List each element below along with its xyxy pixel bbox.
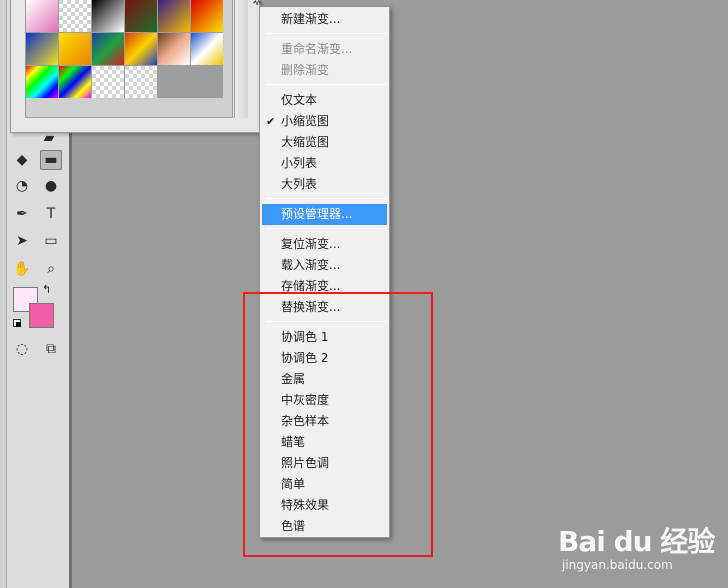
menu-item: 重命名渐变... bbox=[262, 39, 387, 60]
menu-item-label: 大列表 bbox=[281, 177, 318, 191]
menu-item-label: 载入渐变... bbox=[281, 258, 341, 272]
menu-item-label: 删除渐变 bbox=[281, 63, 330, 77]
gradient-swatch-area bbox=[25, 0, 248, 118]
menu-item-label: 仅文本 bbox=[281, 93, 318, 107]
menu-item-label: 复位渐变... bbox=[281, 237, 341, 251]
path-selection-icon[interactable]: ➤ bbox=[11, 231, 33, 251]
hand-icon[interactable]: ✋ bbox=[11, 259, 33, 279]
menu-item[interactable]: 预设管理器... bbox=[262, 204, 387, 225]
gradient-swatch[interactable] bbox=[26, 0, 58, 32]
menu-item[interactable]: 载入渐变... bbox=[262, 255, 387, 276]
gradient-swatch[interactable] bbox=[125, 33, 157, 65]
gradient-picker-panel: ✲ bbox=[10, 0, 262, 133]
menu-item[interactable]: ✔ 小缩览图 bbox=[262, 111, 387, 132]
menu-item-label: 重命名渐变... bbox=[281, 42, 353, 56]
gradient-swatch[interactable] bbox=[125, 66, 157, 98]
baidu-jingyan-watermark: Bai du 经验 jingyan.baidu.com bbox=[558, 520, 728, 588]
menu-item[interactable]: 新建渐变... bbox=[262, 9, 387, 30]
gradient-swatch[interactable] bbox=[59, 0, 91, 32]
watermark-url: jingyan.baidu.com bbox=[562, 558, 673, 572]
gradient-swatch[interactable] bbox=[92, 66, 124, 98]
gradient-swatch-grid bbox=[26, 0, 223, 98]
gradient-swatch[interactable] bbox=[92, 0, 124, 32]
gradient-swatch[interactable] bbox=[26, 66, 58, 98]
watermark-logo: Bai du 经验 bbox=[558, 525, 715, 558]
menu-separator bbox=[266, 84, 386, 85]
pen-icon[interactable]: ✒ bbox=[11, 204, 33, 224]
type-tool-icon[interactable]: T bbox=[40, 204, 62, 224]
menu-item[interactable]: 小列表 bbox=[262, 153, 387, 174]
menu-item-label: 小列表 bbox=[281, 156, 318, 170]
menu-item-label: 新建渐变... bbox=[281, 12, 341, 26]
swap-colors-icon[interactable]: ↰ bbox=[42, 283, 51, 296]
default-colors-icon[interactable] bbox=[13, 319, 21, 327]
zoom-icon[interactable]: ⌕ bbox=[40, 259, 62, 279]
gradient-swatch[interactable] bbox=[59, 66, 91, 98]
menu-item-label: 预设管理器... bbox=[281, 207, 353, 221]
quick-mask-icon[interactable]: ◌ bbox=[11, 339, 33, 359]
menu-separator bbox=[266, 228, 386, 229]
menu-item[interactable]: 大缩览图 bbox=[262, 132, 387, 153]
gradient-tool-icon[interactable]: ▬ bbox=[40, 150, 62, 170]
menu-item-label: 存储渐变... bbox=[281, 279, 341, 293]
menu-item-label: 大缩览图 bbox=[281, 135, 330, 149]
swatch-scrollbar[interactable] bbox=[234, 0, 248, 118]
gradient-swatch[interactable] bbox=[191, 33, 223, 65]
gradient-swatch[interactable] bbox=[158, 0, 190, 32]
gradient-swatch[interactable] bbox=[191, 0, 223, 32]
screen-mode-icon[interactable]: ⧉ bbox=[40, 339, 62, 359]
background-color-swatch[interactable] bbox=[29, 303, 54, 328]
gradient-swatch[interactable] bbox=[92, 33, 124, 65]
checkmark-icon: ✔ bbox=[266, 115, 276, 128]
blur-icon[interactable]: ◔ bbox=[11, 176, 33, 196]
gradient-swatch[interactable] bbox=[125, 0, 157, 32]
menu-item[interactable]: 复位渐变... bbox=[262, 234, 387, 255]
menu-item[interactable]: 大列表 bbox=[262, 174, 387, 195]
gradient-swatch[interactable] bbox=[59, 33, 91, 65]
gradient-swatch[interactable] bbox=[158, 33, 190, 65]
highlight-annotation-box bbox=[243, 292, 433, 557]
menu-separator bbox=[266, 198, 386, 199]
eraser-icon[interactable]: ◆ bbox=[11, 150, 33, 170]
dodge-icon[interactable]: ● bbox=[40, 176, 62, 196]
menu-item: 删除渐变 bbox=[262, 60, 387, 81]
menu-separator bbox=[266, 33, 386, 34]
gradient-swatch[interactable] bbox=[26, 33, 58, 65]
menu-item[interactable]: 仅文本 bbox=[262, 90, 387, 111]
rectangle-icon[interactable]: ▭ bbox=[40, 231, 62, 251]
menu-item-label: 小缩览图 bbox=[281, 114, 330, 128]
